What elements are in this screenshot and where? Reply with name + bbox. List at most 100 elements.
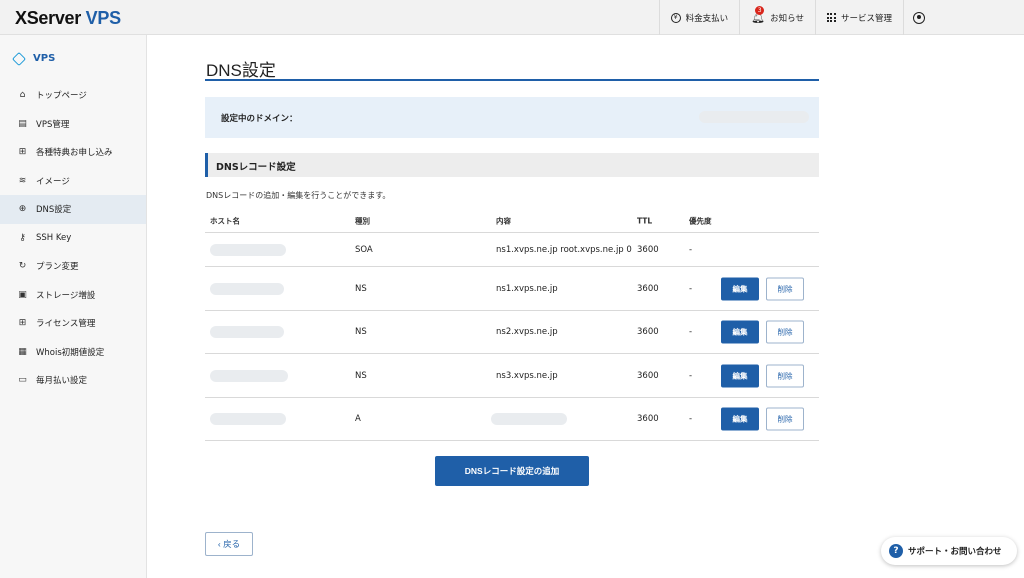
sidebar-item-label: SSH Key [36,232,72,243]
record-content: ns3.xvps.ne.jp [496,370,558,381]
record-ttl: 3600 [637,283,659,294]
sidebar-item-label: トップページ [36,91,87,102]
dns-records-table: ホスト名 種別 内容 TTL 優先度 SOA ns1.xvps.ne.jp ro… [205,210,819,441]
record-priority: - [689,370,693,381]
record-type: SOA [355,244,373,255]
sidebar-item-label: 各種特典お申し込み [36,148,113,159]
host-redacted [210,282,284,295]
sidebar-item-ssh-key[interactable]: ⚷ SSH Key [0,224,146,253]
services-nav[interactable]: サービス管理 [814,0,903,35]
table-row: SOA ns1.xvps.ne.jp root.xvps.ne.jp 0 360… [205,233,819,267]
record-priority: - [689,327,693,337]
sidebar-item-plan-change[interactable]: ↻ プラン変更 [0,252,146,281]
record-content: ns2.xvps.ne.jp [496,327,558,337]
services-label: サービス管理 [840,13,892,24]
sidebar-item-label: ライセンス管理 [36,319,96,330]
domain-label: 設定中のドメイン： [221,114,298,124]
top-nav: ¥ 料金支払い 🔔︎ 3 お知らせ サービス管理 [658,0,1024,35]
sidebar-item-monthly-payment[interactable]: ▭ 毎月払い設定 [0,366,146,395]
edit-button[interactable]: 編集 [721,277,759,300]
sidebar-item-vps-management[interactable]: ▤ VPS管理 [0,110,146,139]
record-type: NS [355,327,367,337]
billing-nav[interactable]: ¥ 料金支払い [658,0,740,35]
table-row: NS ns2.xvps.ne.jp 3600 - 編集 削除 [205,311,819,354]
table-row: NS ns1.xvps.ne.jp 3600 - 編集 削除 [205,267,819,311]
header-type: 種別 [355,216,370,226]
xserver-vps-logo[interactable]: XServer VPS [15,8,121,29]
globe-icon: ⊕ [18,204,27,215]
yen-icon: ¥ [670,12,681,23]
record-ttl: 3600 [637,370,659,381]
sidebar-item-license[interactable]: ⊞ ライセンス管理 [0,309,146,338]
record-priority: - [689,414,693,424]
sidebar-item-whois[interactable]: ▦ Whois初期値設定 [0,338,146,367]
windows-icon: ⊞ [18,318,27,329]
delete-button[interactable]: 削除 [766,277,804,300]
section-description: DNSレコードの追加・編集を行うことができます。 [206,191,391,200]
sidebar-item-label: 毎月払い設定 [36,376,88,387]
account-button[interactable] [903,0,933,35]
sidebar-item-storage[interactable]: ▣ ストレージ増設 [0,281,146,310]
document-icon: ▦ [18,346,27,357]
back-button[interactable]: ‹ 戻る [205,532,253,556]
top-header: XServer VPS ¥ 料金支払い 🔔︎ 3 お知らせ サービス管理 [0,0,1024,35]
sidebar-item-label: DNS設定 [36,205,72,216]
help-icon: ? [889,544,903,558]
header-content: 内容 [496,216,511,226]
record-priority: - [689,244,693,255]
host-redacted [210,369,288,382]
title-divider [205,79,819,81]
record-ttl: 3600 [637,414,659,424]
record-priority: - [689,283,693,294]
record-ttl: 3600 [637,327,659,337]
home-icon: ⌂ [19,90,26,101]
table-header: ホスト名 種別 内容 TTL 優先度 [205,210,819,233]
sidebar-item-label: イメージ [36,176,70,187]
bell-icon: 🔔︎ 3 [751,6,766,24]
sidebar-item-label: VPS管理 [36,119,70,130]
delete-button[interactable]: 削除 [766,364,804,387]
support-contact-button[interactable]: ? サポート・お問い合わせ [881,537,1017,565]
layers-icon: ≋ [18,175,27,186]
sidebar-item-label: プラン変更 [36,262,79,273]
record-type: NS [355,283,367,294]
add-dns-record-button[interactable]: DNSレコード設定の追加 [435,456,589,486]
billing-label: 料金支払い [685,13,729,24]
header-host: ホスト名 [210,216,240,226]
host-redacted [210,243,286,256]
key-icon: ⚷ [19,232,26,243]
grid-icon [826,13,836,22]
refresh-icon: ↻ [18,261,27,272]
server-icon: ▤ [18,118,27,129]
header-priority: 優先度 [689,216,712,226]
domain-value-redacted [699,111,809,123]
edit-button[interactable]: 編集 [721,364,759,387]
page-title: DNS設定 [206,61,276,80]
sidebar-item-benefits[interactable]: ⊞ 各種特典お申し込み [0,138,146,167]
delete-button[interactable]: 削除 [766,407,804,431]
sidebar-item-dns[interactable]: ⊕ DNS設定 [0,195,146,224]
notifications-label: お知らせ [770,13,804,24]
record-content: ns1.xvps.ne.jp root.xvps.ne.jp 0 [496,244,632,255]
edit-button[interactable]: 編集 [721,320,759,344]
sidebar-item-top-page[interactable]: ⌂ トップページ [0,81,146,110]
sidebar-title[interactable]: VPS [11,51,55,66]
edit-button[interactable]: 編集 [721,407,759,431]
header-ttl: TTL [637,216,653,226]
record-ttl: 3600 [637,244,659,255]
support-label: サポート・お問い合わせ [908,547,1002,557]
record-type: A [355,414,361,424]
sidebar-menu: ⌂ トップページ ▤ VPS管理 ⊞ 各種特典お申し込み ≋ イメージ ⊕ DN… [0,81,146,395]
content-redacted [491,413,567,425]
storage-icon: ▣ [18,289,27,300]
notifications-nav[interactable]: 🔔︎ 3 お知らせ [739,0,815,35]
cube-icon [11,51,27,66]
record-content: ns1.xvps.ne.jp [496,283,558,294]
record-type: NS [355,370,367,381]
gift-icon: ⊞ [18,147,27,158]
delete-button[interactable]: 削除 [766,320,804,344]
host-redacted [210,413,286,425]
sidebar-item-images[interactable]: ≋ イメージ [0,167,146,196]
host-redacted [210,326,284,338]
card-icon: ▭ [18,375,27,386]
